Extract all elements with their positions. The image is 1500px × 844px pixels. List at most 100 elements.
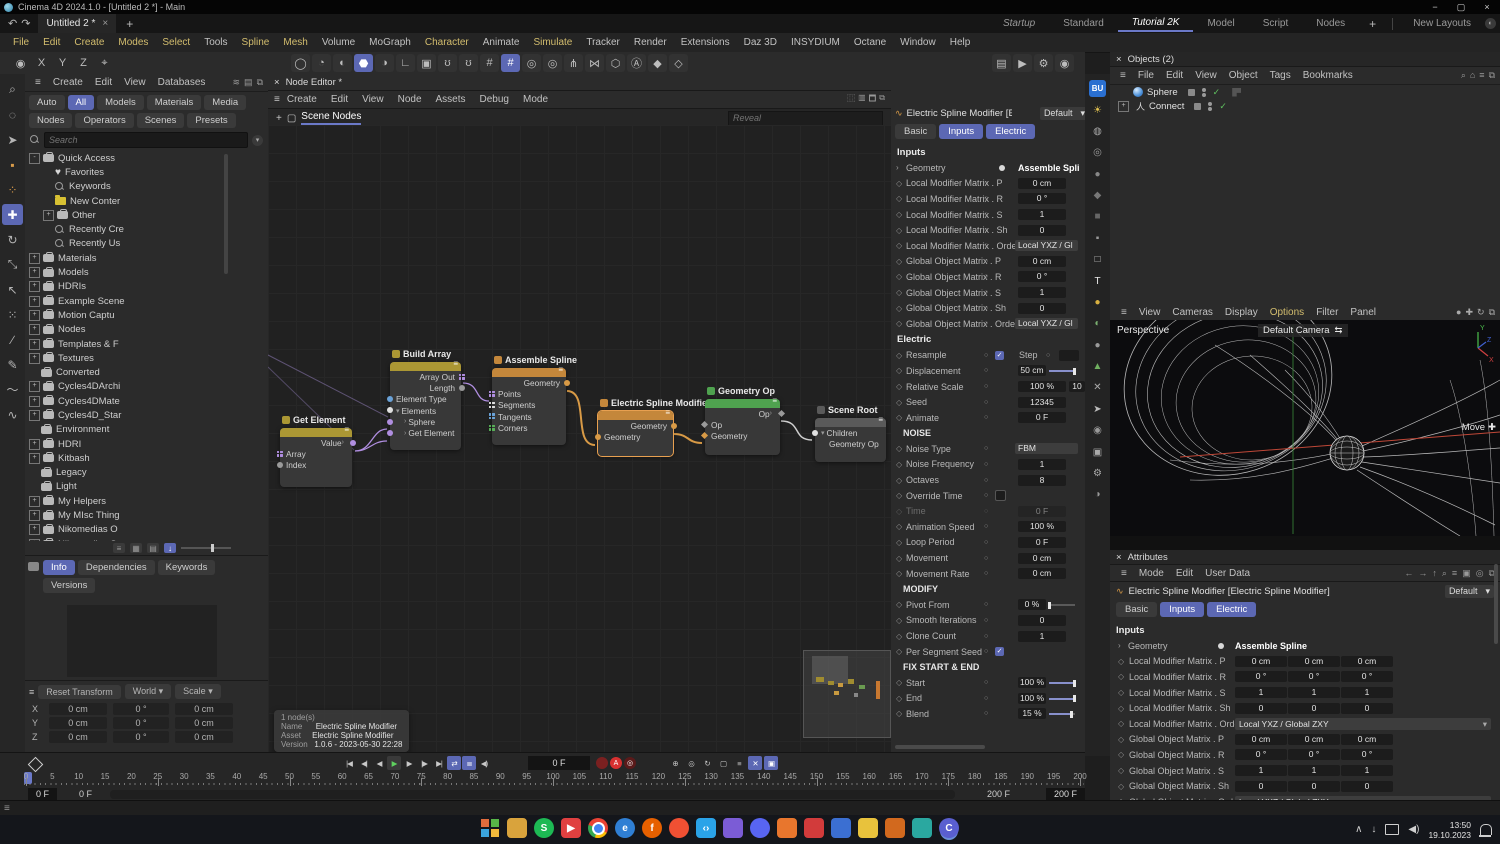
port-op-output[interactable]	[777, 409, 785, 417]
expander-icon[interactable]: +	[29, 409, 40, 421]
attr-tab-inputs[interactable]: Inputs	[939, 124, 984, 139]
connect-circle-icon[interactable]: ○	[984, 445, 988, 452]
breadcrumb[interactable]: Scene Nodes	[301, 111, 362, 125]
gray-sphere-icon[interactable]: ●	[1089, 337, 1106, 354]
node-electric-spline-modifier[interactable]: Electric Spline Modifier GeometryGeometry	[594, 398, 711, 457]
ne-menu-node[interactable]: Node	[391, 94, 429, 105]
connect-circle-icon[interactable]: ○	[984, 679, 988, 686]
axis-y-button[interactable]: Y	[53, 54, 72, 72]
port-elements-input[interactable]	[386, 407, 393, 414]
attr-row-seed[interactable]: ◇ Seed ○ 12345	[891, 394, 1085, 410]
visibility-dots[interactable]	[1208, 101, 1213, 111]
ne-menu-edit[interactable]: Edit	[324, 94, 355, 105]
panel-layout-icon[interactable]: ⧉	[1489, 307, 1495, 318]
coord-scale-field[interactable]: 0 cm	[175, 717, 233, 729]
tree-item-light[interactable]: Light	[25, 480, 225, 494]
ne-menu-mode[interactable]: Mode	[516, 94, 555, 105]
attr-row-local-modifier-matrix-sh[interactable]: ◇ Local Modifier Matrix . Sh 0 0 0	[1110, 700, 1500, 716]
expander-icon[interactable]: ›	[1118, 641, 1128, 650]
layout-icon[interactable]: ▤	[244, 77, 253, 88]
tree-item-cycles4dmate[interactable]: + Cycles4DMate	[25, 394, 225, 408]
port-value-output[interactable]	[349, 439, 356, 446]
connect-circle-icon[interactable]: ○	[984, 508, 988, 515]
attr-row-global-object-matrix-s[interactable]: ◇ Global Object Matrix . S ○ 1	[891, 285, 1085, 301]
attr-tab-basic[interactable]: Basic	[895, 124, 937, 139]
circle-icon-2[interactable]: ◎	[1089, 144, 1106, 161]
info-tab-keywords[interactable]: Keywords	[157, 560, 216, 575]
attr-row-pivot-from[interactable]: ◇ Pivot From ○ 0 %	[891, 597, 1085, 613]
node-build-array[interactable]: Build ArrayArray OutLengthElement Type▾E…	[386, 349, 465, 450]
orange-app-icon[interactable]	[777, 818, 797, 838]
coord-system-icon[interactable]: ⌖	[95, 54, 114, 72]
connect-circle-icon[interactable]: ○	[984, 399, 988, 406]
expander-icon[interactable]: +	[29, 324, 40, 336]
value-field-noise-frequency[interactable]: 1	[1018, 458, 1066, 470]
asset-menu-create[interactable]: Create	[48, 77, 88, 88]
record-icon[interactable]: ●	[1456, 307, 1461, 318]
node-port-row-array-out[interactable]: Array Out	[390, 371, 465, 382]
value-field[interactable]: 0 cm	[1235, 733, 1287, 745]
asset-search-input[interactable]	[44, 132, 248, 148]
next-key-button[interactable]: |▶	[417, 756, 431, 770]
coord-system-dropdown[interactable]: World ▾	[124, 684, 172, 699]
node-assemble-spline[interactable]: Assemble Spline GeometryPointsSegmentsTan…	[488, 355, 577, 445]
minimize-button[interactable]: −	[1422, 2, 1448, 13]
texture-mode-icon[interactable]: ▣	[417, 54, 436, 72]
viewport-menu-panel[interactable]: Panel	[1344, 307, 1382, 318]
connect-circle-icon[interactable]: ○	[984, 273, 988, 280]
node-port-row-corners[interactable]: Corners	[488, 422, 566, 433]
connect-circle-icon[interactable]: ○	[984, 477, 988, 484]
port-element-type-input[interactable]	[386, 396, 393, 403]
port-children-input[interactable]	[811, 429, 818, 436]
dropdown-local-modifier-matrix-order[interactable]: Local YXZ / Gl	[1015, 240, 1078, 252]
move-tool-icon[interactable]: ✚	[2, 204, 23, 225]
node-port-row-op[interactable]: Op	[700, 419, 780, 430]
node-geometry-op[interactable]: Geometry OpOp›OpGeometry	[700, 386, 785, 455]
objects-menu-object[interactable]: Object	[1224, 70, 1263, 81]
menu-insydium[interactable]: INSYDIUM	[784, 37, 847, 48]
value-field-octaves[interactable]: 8	[1018, 474, 1066, 486]
attr-row-movement-rate[interactable]: ◇ Movement Rate ○ 0 cm	[891, 566, 1085, 582]
value-field-movement[interactable]: 0 cm	[1018, 552, 1066, 564]
auto-icon[interactable]: Ⓐ	[627, 54, 646, 72]
coord-pos-field[interactable]: 0 cm	[49, 717, 107, 729]
filter-tab-models[interactable]: Models	[97, 95, 144, 110]
menu-simulate[interactable]: Simulate	[526, 37, 579, 48]
coord-rot-field[interactable]: 0 °	[113, 731, 169, 743]
goto-start-button[interactable]: |◀	[342, 756, 356, 770]
render-picture-viewer-icon[interactable]: ▶	[1013, 54, 1032, 72]
viewport-menu-display[interactable]: Display	[1219, 307, 1264, 318]
coord-rot-field[interactable]: 0 °	[113, 703, 169, 715]
value-field-global-object-matrix-sh[interactable]: 0	[1018, 302, 1066, 314]
slider-handle[interactable]	[1070, 710, 1074, 718]
timeline-current-field[interactable]: 0 F	[71, 788, 100, 800]
menu-mesh[interactable]: Mesh	[276, 37, 314, 48]
tree-item-legacy[interactable]: Legacy	[25, 466, 225, 480]
tree-item-hdris[interactable]: + HDRIs	[25, 280, 225, 294]
yellow-sphere-icon[interactable]: ●	[1089, 294, 1106, 311]
menu-file[interactable]: File	[6, 37, 36, 48]
port-corners-input[interactable]	[488, 424, 495, 431]
node-header[interactable]	[390, 359, 461, 371]
node-port-row-index[interactable]: Index	[276, 460, 352, 471]
info-tab-dependencies[interactable]: Dependencies	[77, 560, 155, 575]
tree-item-textures[interactable]: + Textures	[25, 351, 225, 365]
play-forwards-button[interactable]: ▶	[387, 756, 401, 770]
list-view-icon[interactable]: ≡	[113, 543, 125, 553]
menu-octane[interactable]: Octane	[847, 37, 893, 48]
info-tab-versions[interactable]: Versions	[43, 578, 96, 593]
expander-icon[interactable]: +	[29, 395, 40, 407]
menu-select[interactable]: Select	[155, 37, 197, 48]
attr-row-local-modifier-matrix-s[interactable]: ◇ Local Modifier Matrix . S ○ 1	[891, 207, 1085, 223]
ne-menu-view[interactable]: View	[355, 94, 391, 105]
object-item-sphere[interactable]: Sphere ✓	[1110, 85, 1500, 99]
forward-icon[interactable]: →	[1418, 568, 1427, 579]
value-field-loop-period[interactable]: 0 F	[1018, 536, 1066, 548]
mesh-mode-icon[interactable]: ⬣	[354, 54, 373, 72]
visibility-dots[interactable]	[1201, 87, 1206, 97]
current-frame-field[interactable]: 0 F	[528, 756, 590, 770]
attributes-tab-basic[interactable]: Basic	[1116, 602, 1158, 617]
objects-menu-view[interactable]: View	[1190, 70, 1222, 81]
gem-icon-1[interactable]: ◆	[648, 54, 667, 72]
tray-expand-icon[interactable]: ∧	[1355, 824, 1362, 835]
